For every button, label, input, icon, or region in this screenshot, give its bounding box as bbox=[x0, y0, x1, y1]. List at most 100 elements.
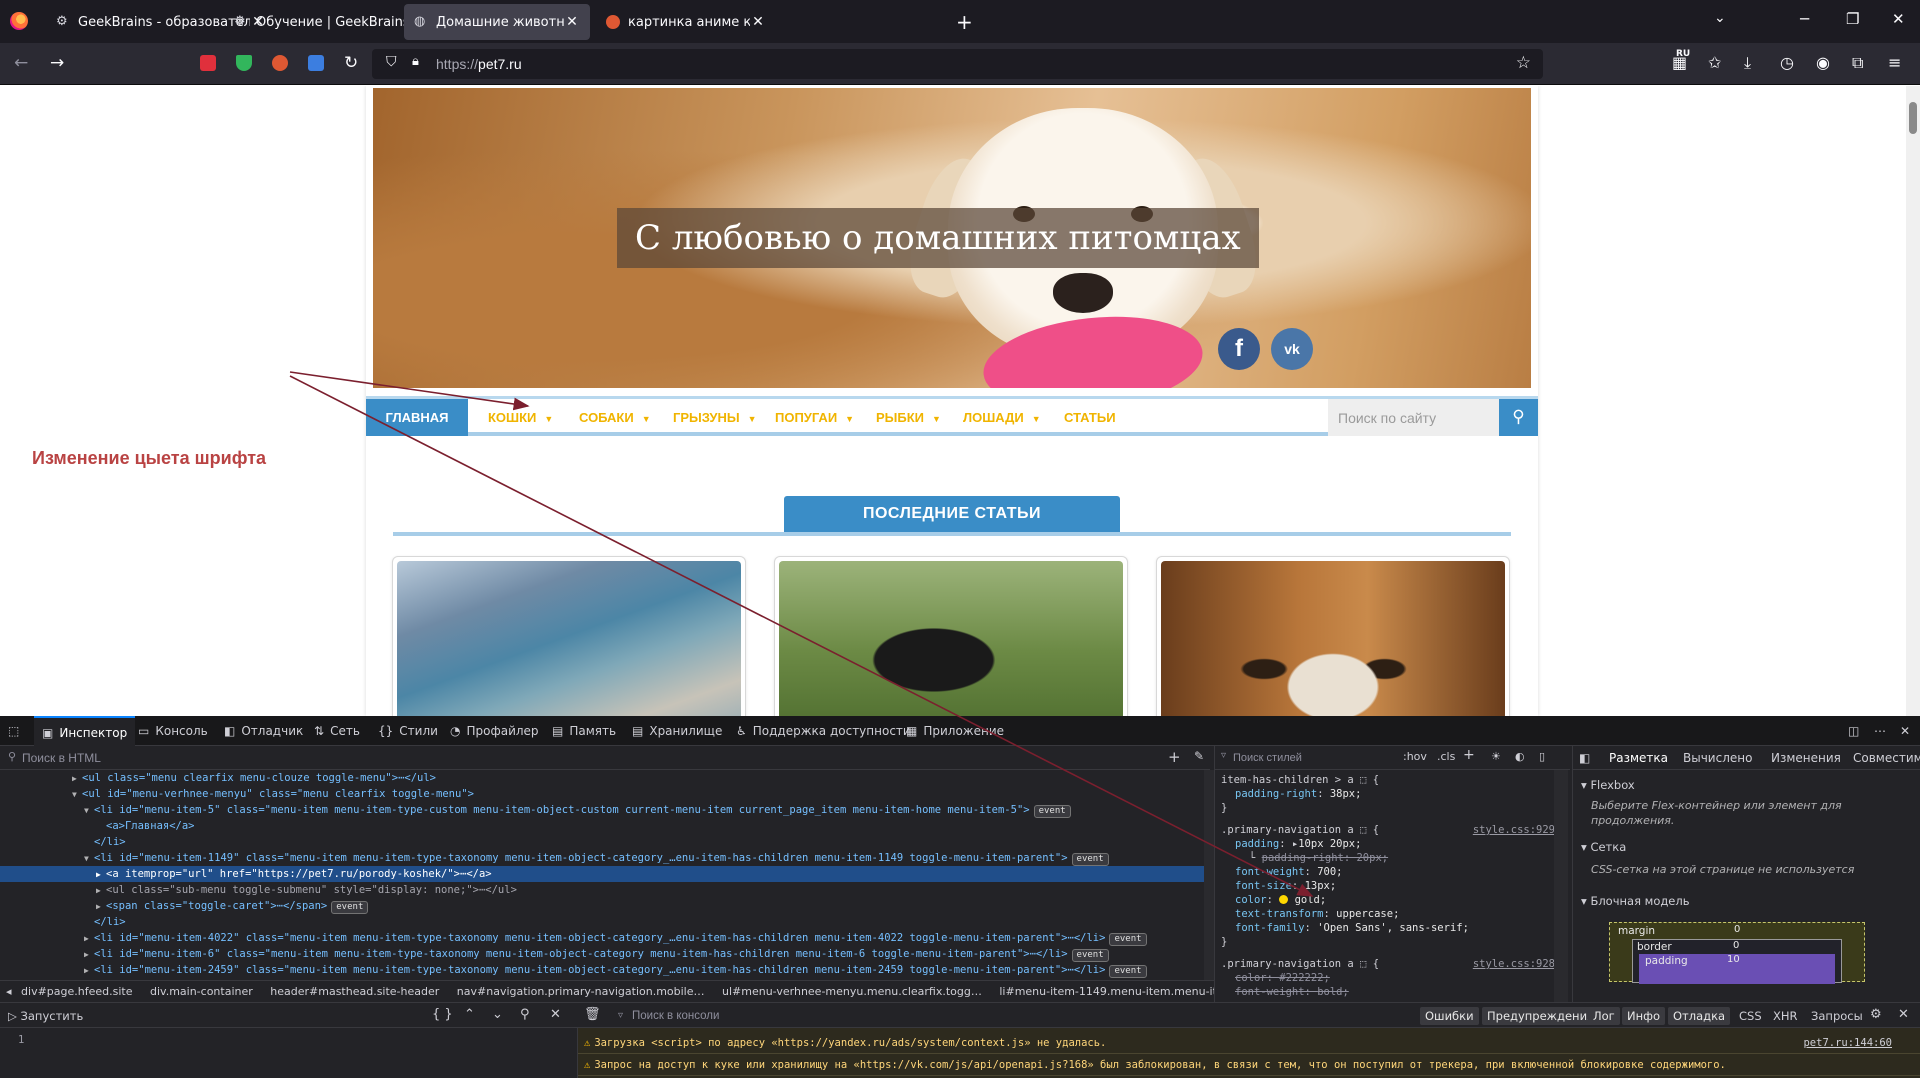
light-scheme-sun-icon[interactable]: ☀ bbox=[1491, 750, 1501, 763]
filter-requests[interactable]: Запросы bbox=[1806, 1007, 1868, 1025]
eyedropper-icon[interactable]: ✎ bbox=[1194, 749, 1204, 763]
breadcrumb-item[interactable]: div.main-container bbox=[150, 985, 253, 998]
close-tab-icon[interactable]: ✕ bbox=[564, 14, 580, 30]
list-all-tabs-chevron-icon[interactable]: ⌄ bbox=[1714, 10, 1726, 26]
event-badge[interactable]: event bbox=[1109, 933, 1147, 946]
menu-item-horses[interactable]: Лошади ▼ bbox=[963, 399, 1041, 436]
site-search-input[interactable] bbox=[1328, 399, 1499, 436]
markup-line[interactable]: ▶ <li id="menu-item-2459" class="menu-ite… bbox=[0, 962, 1204, 978]
css-source-link[interactable]: style.css:928 bbox=[1473, 958, 1555, 972]
event-badge[interactable]: event bbox=[1071, 853, 1109, 866]
console-filter-input[interactable] bbox=[632, 1007, 1032, 1025]
grid-section-header[interactable]: ▾ Сетка bbox=[1581, 840, 1626, 854]
css-declaration[interactable]: padding: ▸10px 20px; bbox=[1235, 838, 1361, 852]
menu-item-cats[interactable]: Кошки ▼ bbox=[488, 399, 553, 436]
tracking-protection-shield-icon[interactable]: ⛉ bbox=[386, 54, 397, 70]
breadcrumb-item[interactable]: nav#navigation.primary-navigation.mobile… bbox=[457, 985, 705, 998]
tab-inspector[interactable]: ▣ Инспектор bbox=[34, 716, 136, 746]
console-warning[interactable]: ⚠ Запрос на доступ к куке или хранилищу н… bbox=[578, 1054, 1920, 1076]
url-bar[interactable]: ⛉ 🔒︎ https://pet7.ru ☆ bbox=[372, 49, 1543, 79]
more-options-icon[interactable]: ⋯ bbox=[1874, 716, 1886, 746]
markup-line[interactable]: </li> bbox=[0, 914, 1204, 930]
tab-debugger[interactable]: ◧ Отладчик bbox=[224, 716, 303, 746]
restore-icon[interactable]: ❐ bbox=[1846, 10, 1859, 28]
pocket-icon[interactable]: ✩ bbox=[1708, 53, 1721, 72]
tab-memory[interactable]: ▤ Память bbox=[552, 716, 616, 746]
css-selector[interactable]: .primary-navigation a ⬚ { bbox=[1221, 958, 1379, 972]
run-button[interactable]: ▷ Запустить bbox=[8, 1003, 83, 1029]
markup-scrollbar[interactable] bbox=[1204, 770, 1214, 980]
css-declaration[interactable]: text-transform: uppercase; bbox=[1235, 908, 1399, 922]
color-picker-icon[interactable]: ◉ bbox=[1816, 53, 1830, 72]
flexbox-section-header[interactable]: ▾ Flexbox bbox=[1581, 778, 1635, 792]
reload-icon[interactable]: ↻ bbox=[344, 53, 358, 73]
toggle-sidebar-icon[interactable]: ◧ bbox=[1579, 751, 1590, 765]
zoom-search-icon[interactable]: ⚲ bbox=[520, 1007, 530, 1022]
duckduckgo-extension-icon[interactable] bbox=[272, 55, 288, 71]
add-node-plus-icon[interactable]: + bbox=[1168, 748, 1181, 766]
console-source-link[interactable]: pet7.ru:144:60 bbox=[1803, 1032, 1892, 1053]
close-devtools-icon[interactable]: ✕ bbox=[1900, 716, 1910, 746]
css-declaration-overridden[interactable]: color: #222222; bbox=[1235, 972, 1330, 986]
css-declaration[interactable]: font-size: 13px; bbox=[1235, 880, 1336, 894]
markup-line-selected[interactable]: ▶ <a itemprop="url" href="https://pet7.ru… bbox=[0, 866, 1204, 882]
downloads-icon[interactable]: ⤓ bbox=[1744, 53, 1751, 73]
tab-computed[interactable]: Вычислено bbox=[1683, 751, 1752, 765]
translate-extension-icon[interactable] bbox=[308, 55, 324, 71]
class-toggle[interactable]: .cls bbox=[1437, 750, 1455, 763]
markup-line[interactable]: ▼ <li id="menu-item-5" class="menu-item m… bbox=[0, 802, 1204, 818]
article-card[interactable] bbox=[1156, 556, 1510, 716]
markup-line[interactable]: </li> bbox=[0, 834, 1204, 850]
tab-storage[interactable]: ▤ Хранилище bbox=[632, 716, 722, 746]
translate-icon[interactable]: ▦ bbox=[1672, 53, 1687, 72]
menu-item-parrots[interactable]: Попугаи ▼ bbox=[775, 399, 854, 436]
markup-line[interactable]: ▼ <li id="menu-item-1149" class="menu-ite… bbox=[0, 850, 1204, 866]
margin-value[interactable]: 0 bbox=[1734, 924, 1740, 935]
breadcrumb-item[interactable]: li#menu-item-1149.menu-item.menu-item-ty… bbox=[999, 985, 1214, 998]
menu-item-dogs[interactable]: Собаки ▼ bbox=[579, 399, 651, 436]
new-tab-plus-icon[interactable]: + bbox=[956, 10, 973, 34]
css-declaration[interactable]: font-weight: 700; bbox=[1235, 866, 1343, 880]
rules-filter-input[interactable] bbox=[1233, 749, 1383, 767]
tab-duckduckgo[interactable]: картинка аниме кошка at DuckDuckGo ✕ bbox=[596, 4, 776, 40]
event-badge[interactable]: event bbox=[1033, 805, 1071, 818]
menu-item-rodents[interactable]: Грызуны ▼ bbox=[673, 399, 757, 436]
event-badge[interactable]: event bbox=[1109, 965, 1147, 978]
lock-icon[interactable]: 🔒︎ bbox=[412, 54, 419, 69]
filter-errors[interactable]: Ошибки bbox=[1420, 1007, 1479, 1025]
markup-line[interactable]: <a>Главная</a> bbox=[0, 818, 1204, 834]
article-card[interactable] bbox=[392, 556, 746, 716]
tab-changes[interactable]: Изменения bbox=[1771, 751, 1841, 765]
markup-line[interactable]: ▶ <ul class="sub-menu toggle-submenu" sty… bbox=[0, 882, 1204, 898]
console-settings-gear-icon[interactable]: ⚙ bbox=[1870, 1007, 1882, 1022]
page-scrollbar[interactable] bbox=[1906, 86, 1920, 716]
search-icon[interactable]: ⚲ bbox=[1499, 399, 1538, 436]
back-arrow-icon[interactable]: ← bbox=[14, 53, 28, 73]
html-search-input[interactable] bbox=[22, 749, 1122, 767]
print-media-icon[interactable]: ▯ bbox=[1539, 750, 1545, 763]
filter-info[interactable]: Инфо bbox=[1622, 1007, 1665, 1025]
markup-line[interactable]: ▶ <span class="toggle-caret">⋯</span> even… bbox=[0, 898, 1204, 914]
breadcrumb-item[interactable]: div#page.hfeed.site bbox=[21, 985, 132, 998]
article-image-black-dog[interactable] bbox=[779, 561, 1123, 716]
element-picker-icon[interactable]: ⬚ bbox=[8, 716, 19, 746]
article-image-beagle[interactable] bbox=[1161, 561, 1505, 716]
article-card[interactable] bbox=[774, 556, 1128, 716]
markup-line[interactable]: ▶ <ul class="menu clearfix menu-clouze to… bbox=[0, 770, 1204, 786]
event-badge[interactable]: event bbox=[331, 901, 369, 914]
markup-line[interactable]: ▼ <ul id="menu-verhnee-menyu" class="menu… bbox=[0, 786, 1204, 802]
filter-xhr[interactable]: XHR bbox=[1768, 1007, 1803, 1025]
close-tab-icon[interactable]: ✕ bbox=[750, 14, 766, 30]
css-declaration-color[interactable]: color: gold; bbox=[1235, 894, 1326, 908]
rules-scrollbar[interactable] bbox=[1554, 770, 1568, 1002]
tab-style-editor[interactable]: {} Стили bbox=[378, 716, 438, 746]
css-declaration-overridden[interactable]: └ padding-right: 20px; bbox=[1249, 852, 1388, 866]
filter-css[interactable]: CSS bbox=[1734, 1007, 1767, 1025]
tab-console[interactable]: ▭ Консоль bbox=[138, 716, 208, 746]
tab-profiler[interactable]: ◔ Профайлер bbox=[450, 716, 539, 746]
bookmark-star-icon[interactable]: ☆ bbox=[1516, 53, 1531, 73]
tab-application[interactable]: ▦ Приложение bbox=[906, 716, 1004, 746]
console-editor[interactable]: 1 bbox=[0, 1028, 578, 1078]
history-down-icon[interactable]: ⌄ bbox=[492, 1007, 503, 1022]
markup-line[interactable]: ▶ <li id="menu-item-6" class="menu-item m… bbox=[0, 946, 1204, 962]
